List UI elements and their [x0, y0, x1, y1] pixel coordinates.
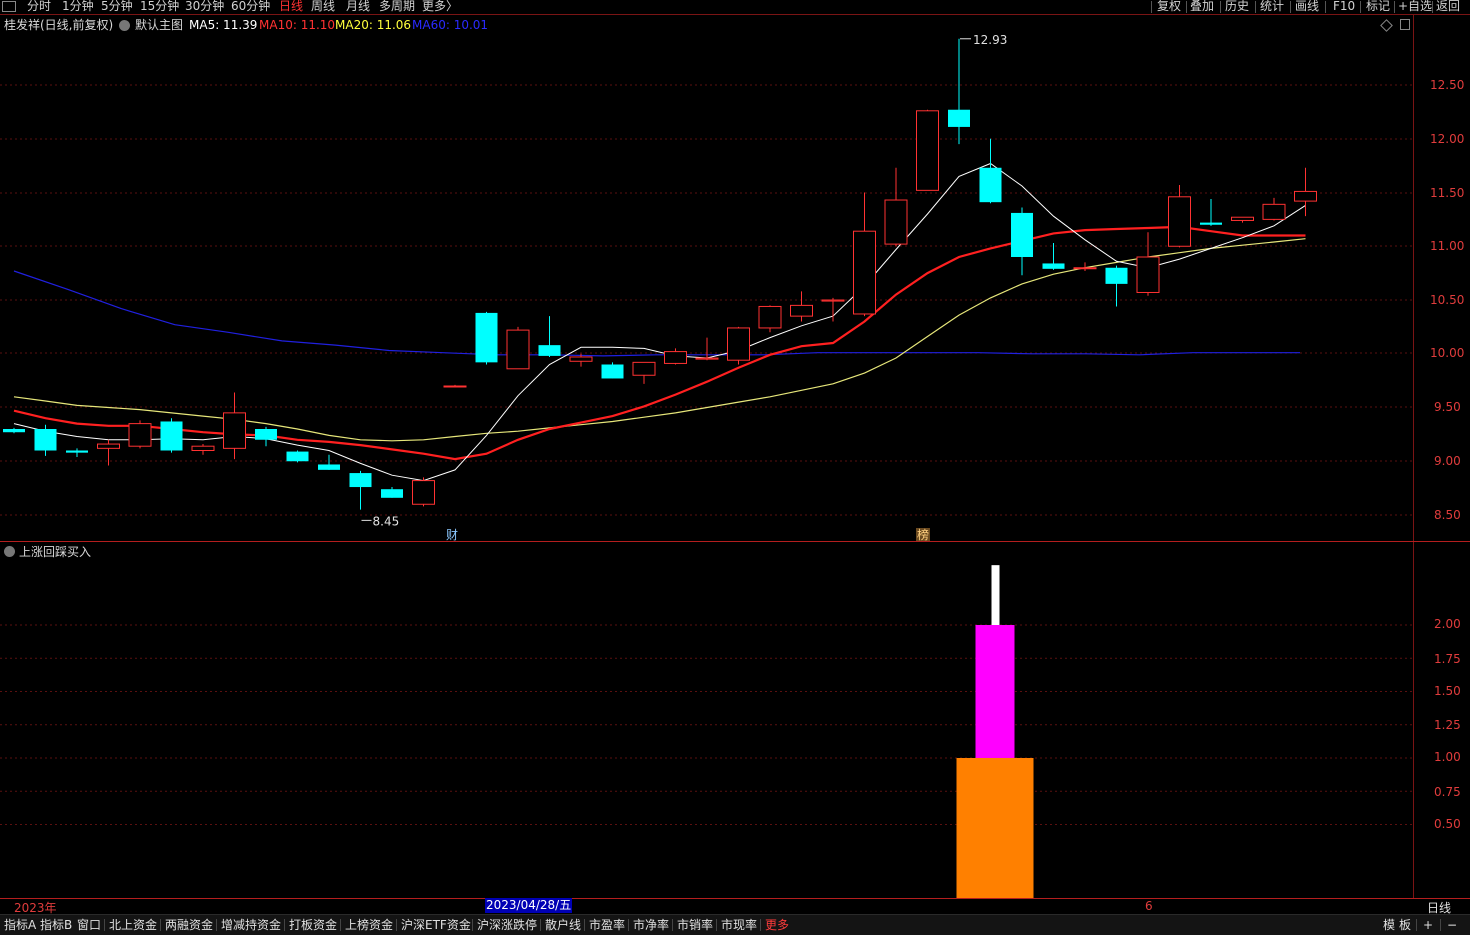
candle-up: [758, 305, 782, 329]
candle-down: [948, 109, 970, 127]
candle-up: [412, 480, 435, 505]
top-list-marker: 榜: [917, 527, 929, 542]
indicator-tick: 1.75: [1434, 652, 1461, 666]
kline-chart[interactable]: 12.93 8.45 财 榜: [0, 0, 1413, 898]
tab-holdings-change[interactable]: 增减持资金: [221, 916, 281, 934]
price-tick: 9.00: [1434, 454, 1461, 468]
financial-report-marker: 财: [446, 528, 458, 542]
indicator-tick: 1.00: [1434, 750, 1461, 764]
price-axis-separator: [1413, 14, 1414, 898]
price-tick: 9.50: [1434, 400, 1461, 414]
candle-up: [1168, 196, 1191, 247]
candle-up: [884, 199, 908, 245]
candle-up: [128, 423, 152, 447]
tab-more[interactable]: 更多: [765, 916, 789, 934]
candle-down: [255, 429, 277, 440]
candle-down: [538, 345, 561, 356]
tab-indicator-a[interactable]: 指标A: [4, 916, 36, 934]
candle-up: [916, 110, 939, 191]
candle-up: [97, 443, 120, 449]
indicator-tick: 1.50: [1434, 684, 1461, 698]
candle-down: [475, 312, 498, 363]
indicator-bar-white: [991, 565, 1000, 625]
tab-retail-line[interactable]: 散户线: [545, 916, 581, 934]
candle-up: [506, 329, 530, 370]
candle-up: [790, 304, 813, 317]
candle-down: [34, 429, 57, 451]
zoom-out-button[interactable]: −: [1447, 916, 1457, 934]
tab-top-list[interactable]: 上榜资金: [345, 916, 393, 934]
tab-ps[interactable]: 市销率: [677, 916, 713, 934]
candle-up: [1262, 203, 1286, 220]
tab-window[interactable]: 窗口: [77, 916, 101, 934]
candle-down: [286, 451, 309, 462]
price-tick: 8.50: [1434, 508, 1461, 522]
candle-up: [569, 356, 593, 362]
tab-limit-updown[interactable]: 沪深涨跌停: [477, 916, 537, 934]
tab-indicator-b[interactable]: 指标B: [40, 916, 72, 934]
tab-margin[interactable]: 两融资金: [165, 916, 213, 934]
candle-up: [821, 299, 845, 302]
candle-down: [381, 489, 403, 498]
tab-limit-board[interactable]: 打板资金: [289, 916, 337, 934]
month-label: 6: [1145, 899, 1153, 913]
template-button[interactable]: 模: [1383, 916, 1395, 934]
ma10-line: [13, 225, 1306, 461]
candle-down: [66, 450, 88, 453]
candle-up: [727, 327, 750, 361]
indicator-tick: 0.50: [1434, 817, 1461, 831]
candle-up: [1136, 256, 1160, 293]
bottom-tab-bar: 指标A 指标B 窗口 北上资金 两融资金 增减持资金 打板资金 上榜资金 沪深E…: [0, 914, 1470, 935]
candle-down: [1105, 267, 1128, 284]
candle-down: [1011, 212, 1033, 257]
candle-up: [1294, 190, 1317, 202]
candle-up: [632, 361, 656, 376]
candle-down: [349, 473, 372, 488]
indicator-tick: 1.25: [1434, 718, 1461, 732]
tab-pb[interactable]: 市净率: [633, 916, 669, 934]
cursor-date: 2023/04/28/五: [485, 898, 573, 913]
indicator-tick: 2.00: [1434, 617, 1461, 631]
indicator-bar-magenta: [975, 625, 1015, 758]
candle-up: [853, 230, 876, 315]
time-axis-line: [0, 898, 1470, 899]
candle-down: [1042, 263, 1065, 269]
low-price-label: 8.45: [373, 514, 400, 528]
price-tick: 10.50: [1430, 293, 1465, 307]
candle-down: [318, 464, 340, 470]
candle-down: [601, 364, 624, 379]
candle-up: [695, 357, 719, 360]
indicator-bar-orange: [956, 758, 1034, 898]
candle-up: [223, 412, 246, 449]
candle-up: [664, 351, 687, 364]
price-tick: 12.00: [1430, 132, 1465, 146]
tab-pe[interactable]: 市盈率: [589, 916, 625, 934]
candle-down: [1200, 222, 1222, 225]
zoom-in-button[interactable]: +: [1423, 916, 1433, 934]
candle-down: [979, 167, 1002, 203]
candle-up: [191, 445, 215, 452]
price-tick: 11.50: [1430, 186, 1465, 200]
back-button[interactable]: 返回: [1436, 0, 1460, 14]
candle-down: [3, 429, 25, 433]
tab-northbound[interactable]: 北上资金: [109, 916, 157, 934]
candle-down: [160, 421, 183, 451]
price-tick: 12.50: [1430, 78, 1465, 92]
tab-etf-funds[interactable]: 沪深ETF资金: [401, 916, 471, 934]
tab-pcf[interactable]: 市现率: [721, 916, 757, 934]
high-price-label: 12.93: [973, 33, 1007, 47]
indicator-tick: 0.75: [1434, 785, 1461, 799]
price-tick: 11.00: [1430, 239, 1465, 253]
candle-up: [443, 385, 467, 388]
candle-up: [1073, 267, 1097, 270]
board-button[interactable]: 板: [1399, 916, 1411, 934]
price-tick: 10.00: [1430, 346, 1465, 360]
candle-up: [1231, 216, 1254, 221]
